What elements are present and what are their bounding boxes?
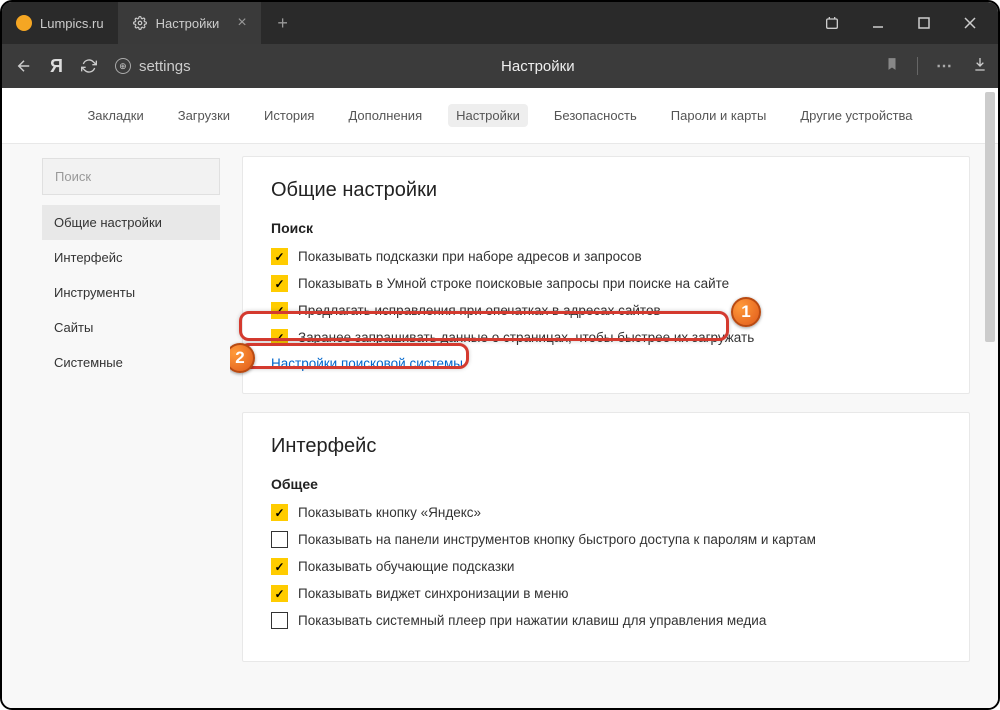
- close-window-button[interactable]: [960, 13, 980, 33]
- back-button[interactable]: [12, 57, 36, 75]
- topnav-bookmarks[interactable]: Закладки: [79, 104, 151, 127]
- checkbox-icon[interactable]: [271, 248, 288, 265]
- minimize-button[interactable]: [868, 13, 888, 33]
- option-label: Заранее запрашивать данные о страницах, …: [298, 330, 754, 345]
- sidebar: Поиск Общие настройки Интерфейс Инструме…: [2, 144, 230, 708]
- new-tab-button[interactable]: +: [269, 9, 297, 37]
- option-row[interactable]: Заранее запрашивать данные о страницах, …: [271, 329, 941, 346]
- url-box[interactable]: ⊕ settings: [115, 58, 191, 75]
- yandex-logo-icon[interactable]: Я: [50, 56, 63, 77]
- topnav-settings[interactable]: Настройки: [448, 104, 528, 127]
- panel-interface: Интерфейс Общее Показывать кнопку «Яндек…: [242, 412, 970, 662]
- option-row[interactable]: Показывать кнопку «Яндекс»: [271, 504, 941, 521]
- checkbox-icon[interactable]: [271, 531, 288, 548]
- checkbox-icon[interactable]: [271, 302, 288, 319]
- titlebar: Lumpics.ru Настройки × +: [2, 2, 998, 44]
- page-title: Настройки: [205, 58, 871, 75]
- tab-label: Настройки: [156, 16, 220, 31]
- section-title-search: Поиск: [271, 220, 941, 236]
- option-row[interactable]: Предлагать исправления при опечатках в а…: [271, 302, 941, 319]
- section-title-general: Общее: [271, 476, 941, 492]
- topnav-devices[interactable]: Другие устройства: [792, 104, 920, 127]
- more-icon[interactable]: ⋯: [936, 56, 954, 76]
- topnav-passwords[interactable]: Пароли и карты: [663, 104, 775, 127]
- option-row[interactable]: Показывать системный плеер при нажатии к…: [271, 612, 941, 629]
- option-label: Показывать в Умной строке поисковые запр…: [298, 276, 729, 291]
- sidebar-item-interface[interactable]: Интерфейс: [42, 240, 220, 275]
- panel-title: Интерфейс: [271, 435, 941, 458]
- globe-icon: ⊕: [115, 58, 131, 74]
- panel-title: Общие настройки: [271, 179, 941, 202]
- checkbox-icon[interactable]: [271, 612, 288, 629]
- sidebar-item-system[interactable]: Системные: [42, 345, 220, 380]
- sidebar-item-general[interactable]: Общие настройки: [42, 205, 220, 240]
- callout-badge-1: 1: [731, 297, 761, 327]
- topnav-history[interactable]: История: [256, 104, 322, 127]
- option-row[interactable]: Показывать в Умной строке поисковые запр…: [271, 275, 941, 292]
- scrollbar-thumb[interactable]: [985, 92, 995, 342]
- sidebar-search-input[interactable]: Поиск: [42, 158, 220, 195]
- checkbox-icon[interactable]: [271, 558, 288, 575]
- maximize-button[interactable]: [914, 13, 934, 33]
- checkbox-icon[interactable]: [271, 585, 288, 602]
- topnav-downloads[interactable]: Загрузки: [170, 104, 238, 127]
- option-label: Показывать на панели инструментов кнопку…: [298, 532, 816, 547]
- scrollbar[interactable]: [985, 92, 995, 702]
- tab-label: Lumpics.ru: [40, 16, 104, 31]
- addressbar: Я ⊕ settings Настройки ⋯: [2, 44, 998, 88]
- main-content: Общие настройки Поиск Показывать подсказ…: [230, 144, 998, 708]
- collections-icon[interactable]: [822, 13, 842, 33]
- tab-lumpics[interactable]: Lumpics.ru: [2, 2, 118, 44]
- checkbox-icon[interactable]: [271, 275, 288, 292]
- option-label: Показывать подсказки при наборе адресов …: [298, 249, 642, 264]
- close-tab-icon[interactable]: ×: [237, 14, 246, 32]
- option-row[interactable]: Показывать на панели инструментов кнопку…: [271, 531, 941, 548]
- bookmark-icon[interactable]: [885, 56, 899, 77]
- url-text: settings: [139, 58, 191, 75]
- option-label: Показывать кнопку «Яндекс»: [298, 505, 481, 520]
- option-row[interactable]: Показывать виджет синхронизации в меню: [271, 585, 941, 602]
- option-label: Показывать обучающие подсказки: [298, 559, 514, 574]
- sidebar-item-tools[interactable]: Инструменты: [42, 275, 220, 310]
- option-label: Показывать системный плеер при нажатии к…: [298, 613, 766, 628]
- topnav-security[interactable]: Безопасность: [546, 104, 645, 127]
- option-label: Показывать виджет синхронизации в меню: [298, 586, 569, 601]
- tab-settings[interactable]: Настройки ×: [118, 2, 261, 44]
- panel-general: Общие настройки Поиск Показывать подсказ…: [242, 156, 970, 394]
- downloads-icon[interactable]: [972, 56, 988, 77]
- callout-badge-2: 2: [230, 343, 255, 373]
- favicon-icon: [16, 15, 32, 31]
- search-engine-settings-link[interactable]: Настройки поисковой системы: [271, 356, 941, 371]
- topnav-addons[interactable]: Дополнения: [340, 104, 430, 127]
- option-row[interactable]: Показывать подсказки при наборе адресов …: [271, 248, 941, 265]
- gear-icon: [132, 15, 148, 31]
- sidebar-item-sites[interactable]: Сайты: [42, 310, 220, 345]
- settings-topnav: Закладки Загрузки История Дополнения Нас…: [2, 88, 998, 144]
- option-row[interactable]: Показывать обучающие подсказки: [271, 558, 941, 575]
- option-label: Предлагать исправления при опечатках в а…: [298, 303, 661, 318]
- checkbox-icon[interactable]: [271, 329, 288, 346]
- checkbox-icon[interactable]: [271, 504, 288, 521]
- reload-button[interactable]: [77, 58, 101, 74]
